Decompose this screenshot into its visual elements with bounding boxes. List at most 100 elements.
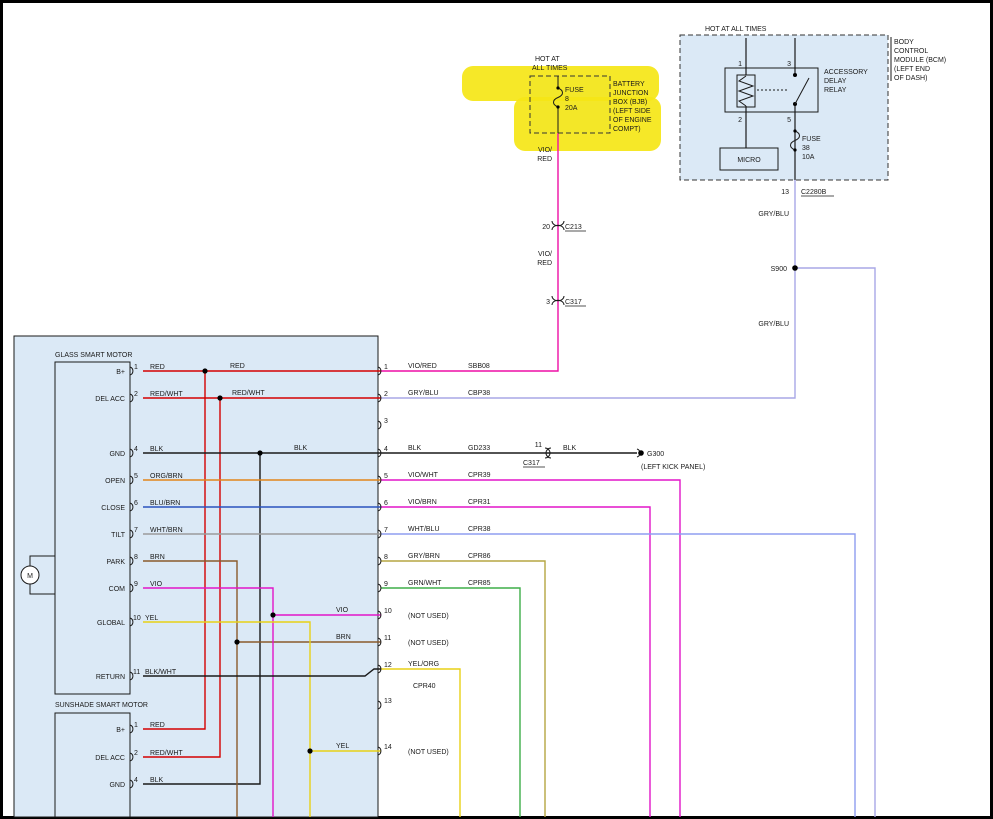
bcm-box-fill bbox=[680, 35, 888, 180]
g300-label: G300 bbox=[647, 451, 664, 458]
splice-vio bbox=[270, 612, 275, 617]
glass-wire-blkwht: BLK/WHT bbox=[145, 669, 177, 676]
g300-location: (LEFT KICK PANEL) bbox=[641, 464, 705, 471]
splice-s900 bbox=[792, 265, 798, 271]
label-cpr38: CPR38 bbox=[468, 526, 491, 533]
label-viored: VIO/RED bbox=[408, 363, 437, 370]
fuse38-number: 38 bbox=[802, 145, 810, 152]
splice-brn bbox=[234, 639, 239, 644]
relay-contact-top bbox=[793, 73, 797, 77]
glass-wire-red: RED bbox=[150, 364, 165, 371]
label-cpr31: CPR31 bbox=[468, 499, 491, 506]
label-cpr86: CPR86 bbox=[468, 553, 491, 560]
glass-pin-num-11: 11 bbox=[133, 669, 140, 676]
g300-inline-pin: 11 bbox=[535, 442, 542, 449]
conn-pin-5: 5 bbox=[384, 473, 388, 480]
glass-pin-name-tilt: TILT bbox=[111, 532, 126, 539]
c317-link[interactable]: C317 bbox=[565, 299, 582, 306]
glass-wire-blk: BLK bbox=[150, 446, 164, 453]
label-grnwht: GRN/WHT bbox=[408, 580, 442, 587]
glass-pin-num-5: 5 bbox=[134, 473, 138, 480]
relay-name-1: ACCESSORY bbox=[824, 69, 868, 76]
label-viobrn: VIO/BRN bbox=[408, 499, 437, 506]
splice-redwht bbox=[217, 395, 222, 400]
glass-wire-redwht-2: RED/WHT bbox=[232, 390, 265, 397]
glass-pin-num-6: 6 bbox=[134, 500, 138, 507]
conn-pin-7: 7 bbox=[384, 527, 388, 534]
glass-pin-num-9: 9 bbox=[134, 581, 138, 588]
fuse8-rating: 20A bbox=[565, 105, 578, 112]
sunshade-pin-num-1: 1 bbox=[134, 722, 138, 729]
label-notused-10: (NOT USED) bbox=[408, 613, 449, 620]
bjb-name-2: JUNCTION bbox=[613, 90, 648, 97]
glass-pin-num-7: 7 bbox=[134, 527, 138, 534]
conn-pin-11: 11 bbox=[384, 635, 391, 642]
relay-name-2: DELAY bbox=[824, 78, 847, 85]
label-blk: BLK bbox=[408, 445, 422, 452]
label-gd233: GD233 bbox=[468, 445, 490, 452]
c317b-link[interactable]: C317 bbox=[523, 460, 540, 467]
bjb-name-1: BATTERY bbox=[613, 81, 645, 88]
relay-name-3: RELAY bbox=[824, 87, 847, 94]
bjb-name-6: COMPT) bbox=[613, 126, 641, 133]
label-gryblu: GRY/BLU bbox=[408, 390, 439, 397]
wire-label-gryblu-2: GRY/BLU bbox=[758, 321, 789, 328]
fuse38-rating: 10A bbox=[802, 154, 815, 161]
bcm-name-1: BODY bbox=[894, 39, 914, 46]
sunshade-pin-name-bplus: B+ bbox=[116, 727, 125, 734]
bcm-name-3: MODULE (BCM) bbox=[894, 57, 946, 64]
fuse8-number: 8 bbox=[565, 96, 569, 103]
glass-wire-whtbrn: WHT/BRN bbox=[150, 527, 183, 534]
wiring-diagram-page: HOT AT ALL TIMES FUSE 8 20A BATTERY JUNC… bbox=[0, 0, 993, 819]
mid-label-vio: VIO bbox=[336, 607, 349, 614]
mid-label-yel: YEL bbox=[336, 743, 349, 750]
relay-pin-3: 3 bbox=[787, 61, 791, 68]
wiring-diagram-canvas: HOT AT ALL TIMES FUSE 8 20A BATTERY JUNC… bbox=[0, 0, 993, 819]
sunshade-pin-num-4: 4 bbox=[134, 777, 138, 784]
fuse8-label: FUSE bbox=[565, 87, 584, 94]
splice-red bbox=[202, 368, 207, 373]
label-yelorg: YEL/ORG bbox=[408, 661, 439, 668]
glass-pin-num-8: 8 bbox=[134, 554, 138, 561]
glass-wire-blk-2: BLK bbox=[294, 445, 308, 452]
glass-pin-num-1: 1 bbox=[134, 364, 138, 371]
bjb-name-5: OF ENGINE bbox=[613, 117, 652, 124]
label-viowht: VIO/WHT bbox=[408, 472, 439, 479]
g300-dot bbox=[638, 450, 644, 456]
c2280b-link[interactable]: C2280B bbox=[801, 189, 827, 196]
glass-wire-redwht: RED/WHT bbox=[150, 391, 183, 398]
wire-label-red-2: RED bbox=[537, 260, 552, 267]
label-blk-2: BLK bbox=[563, 445, 577, 452]
sunshade-wire-redwht: RED/WHT bbox=[150, 750, 183, 757]
conn-pin-3: 3 bbox=[384, 418, 388, 425]
motor-symbol-label: M bbox=[27, 573, 33, 580]
conn-pin-8: 8 bbox=[384, 554, 388, 561]
relay-pin-2: 2 bbox=[738, 117, 742, 124]
glass-wire-vio: VIO bbox=[150, 581, 163, 588]
splice-yel bbox=[307, 748, 312, 753]
relay-pin-5: 5 bbox=[787, 117, 791, 124]
glass-motor-title: GLASS SMART MOTOR bbox=[55, 352, 132, 359]
sunshade-wire-blk: BLK bbox=[150, 777, 164, 784]
conn-pin-12: 12 bbox=[384, 662, 392, 669]
bcm-out-pin: 13 bbox=[781, 189, 789, 196]
label-cpr85: CPR85 bbox=[468, 580, 491, 587]
c213-link[interactable]: C213 bbox=[565, 224, 582, 231]
conn-pin-9: 9 bbox=[384, 581, 388, 588]
label-cpr39: CPR39 bbox=[468, 472, 491, 479]
glass-pin-name-com: COM bbox=[109, 586, 126, 593]
glass-pin-name-close: CLOSE bbox=[101, 505, 125, 512]
bcm-name-2: CONTROL bbox=[894, 48, 928, 55]
glass-wire-blubrn: BLU/BRN bbox=[150, 500, 180, 507]
bjb-hot-label-2: ALL TIMES bbox=[532, 65, 568, 72]
conn-pin-4: 4 bbox=[384, 446, 388, 453]
glass-pin-name-open: OPEN bbox=[105, 478, 125, 485]
bjb-hot-label-1: HOT AT bbox=[535, 56, 560, 63]
sunshade-motor-title: SUNSHADE SMART MOTOR bbox=[55, 702, 148, 709]
conn-pin-14: 14 bbox=[384, 744, 392, 751]
wire-label-gryblu-1: GRY/BLU bbox=[758, 211, 789, 218]
sunshade-pin-num-2: 2 bbox=[134, 750, 138, 757]
bcm-name-5: OF DASH) bbox=[894, 75, 927, 82]
conn-pin-2: 2 bbox=[384, 391, 388, 398]
glass-pin-name-gnd: GND bbox=[109, 451, 125, 458]
